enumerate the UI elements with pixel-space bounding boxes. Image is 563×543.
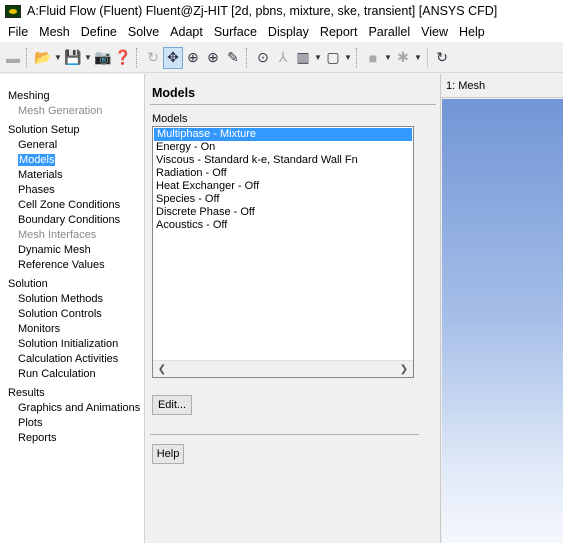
nav-item-models[interactable]: Models xyxy=(0,153,144,168)
nav-item-general[interactable]: General xyxy=(0,138,144,153)
toolbar-grip xyxy=(26,47,30,68)
toolbar: ▬ 📂 ▼ 💾 ▼ 📷 ❓ ↻ ✥ ⊕ ⊕ ✎ ⊙ ⅄ ▥ ▼ ▢ ▼ ■ ▼ … xyxy=(0,43,563,73)
save-icon[interactable]: 💾 xyxy=(63,47,83,69)
nav-item-calculation-activities[interactable]: Calculation Activities xyxy=(0,352,144,367)
nav-item-models-label: Models xyxy=(18,154,56,166)
views-icon[interactable]: ▥ xyxy=(293,47,313,69)
zoom-box-icon[interactable]: ⊕ xyxy=(203,47,223,69)
graphics-panel: 1: Mesh xyxy=(440,74,563,543)
menu-view[interactable]: View xyxy=(416,25,453,39)
help-icon[interactable]: ❓ xyxy=(113,47,133,69)
scroll-right-icon[interactable]: ❯ xyxy=(396,362,412,377)
model-item-species[interactable]: Species - Off xyxy=(153,193,413,206)
layout-dropdown-icon[interactable]: ▼ xyxy=(343,47,353,69)
nav-item-solution-controls[interactable]: Solution Controls xyxy=(0,307,144,322)
graphics-viewport[interactable] xyxy=(442,99,563,543)
nav-header-meshing: Meshing xyxy=(8,90,50,102)
menu-help[interactable]: Help xyxy=(454,25,490,39)
navigation-pane: Meshing Mesh Generation Solution Setup G… xyxy=(0,74,145,543)
menu-file[interactable]: File xyxy=(3,25,33,39)
nav-item-mesh-generation[interactable]: Mesh Generation xyxy=(0,104,144,119)
open-folder-icon[interactable]: 📂 xyxy=(33,47,53,69)
toolbar-grip xyxy=(136,47,140,68)
open-dropdown-icon[interactable]: ▼ xyxy=(53,47,63,69)
stop-icon[interactable]: ▬ xyxy=(3,47,23,69)
fit-to-window-icon[interactable]: ⊙ xyxy=(253,47,273,69)
refresh-solution-icon[interactable]: ↻ xyxy=(432,47,452,69)
nav-item-boundary-conditions[interactable]: Boundary Conditions xyxy=(0,213,144,228)
section-divider xyxy=(150,434,419,435)
menu-define[interactable]: Define xyxy=(76,25,122,39)
menu-bar: File Mesh Define Solve Adapt Surface Dis… xyxy=(0,22,563,42)
model-item-radiation[interactable]: Radiation - Off xyxy=(153,167,413,180)
menu-adapt[interactable]: Adapt xyxy=(165,25,208,39)
camera-icon[interactable]: 📷 xyxy=(93,47,113,69)
nav-item-materials[interactable]: Materials xyxy=(0,168,144,183)
color-dropdown-icon[interactable]: ▼ xyxy=(383,47,393,69)
model-item-multiphase[interactable]: Multiphase - Mixture xyxy=(154,128,412,141)
window-title: A:Fluid Flow (Fluent) Fluent@Zj-HIT [2d,… xyxy=(27,4,498,18)
horizontal-scrollbar[interactable]: ❮ ❯ xyxy=(153,360,413,377)
model-item-acoustics[interactable]: Acoustics - Off xyxy=(153,219,413,232)
save-dropdown-icon[interactable]: ▼ xyxy=(83,47,93,69)
menu-display[interactable]: Display xyxy=(263,25,314,39)
nav-header-results: Results xyxy=(8,387,45,399)
title-divider xyxy=(150,104,436,105)
zoom-in-icon[interactable]: ⊕ xyxy=(183,47,203,69)
model-item-discrete-phase[interactable]: Discrete Phase - Off xyxy=(153,206,413,219)
title-bar: A:Fluid Flow (Fluent) Fluent@Zj-HIT [2d,… xyxy=(0,0,563,22)
nav-item-phases[interactable]: Phases xyxy=(0,183,144,198)
model-item-energy[interactable]: Energy - On xyxy=(153,141,413,154)
menu-surface[interactable]: Surface xyxy=(209,25,262,39)
model-item-viscous[interactable]: Viscous - Standard k-e, Standard Wall Fn xyxy=(153,154,413,167)
menu-report[interactable]: Report xyxy=(315,25,363,39)
task-page: Models Models Multiphase - Mixture Energ… xyxy=(146,74,440,543)
edit-button[interactable]: Edit... xyxy=(152,395,192,415)
toolbar-grip xyxy=(246,47,250,68)
help-button[interactable]: Help xyxy=(152,444,184,464)
toolbar-grip xyxy=(356,47,360,68)
nav-item-reference-values[interactable]: Reference Values xyxy=(0,258,144,273)
nav-item-solution-methods[interactable]: Solution Methods xyxy=(0,292,144,307)
nav-header-solution: Solution xyxy=(8,278,48,290)
pointer-dropdown-icon[interactable]: ▼ xyxy=(413,47,423,69)
nav-item-plots[interactable]: Plots xyxy=(0,416,144,431)
window-layout-icon[interactable]: ▢ xyxy=(323,47,343,69)
menu-solve[interactable]: Solve xyxy=(123,25,164,39)
nav-header-solution-setup: Solution Setup xyxy=(8,124,80,136)
pan-icon[interactable]: ✥ xyxy=(163,46,183,69)
fluent-app-icon xyxy=(5,4,21,18)
probe-icon[interactable]: ✎ xyxy=(223,47,243,69)
pointer-icon[interactable]: ✱ xyxy=(393,47,413,69)
menu-parallel[interactable]: Parallel xyxy=(363,25,415,39)
nav-item-graphics-and-animations[interactable]: Graphics and Animations xyxy=(0,401,144,416)
models-listbox[interactable]: Multiphase - Mixture Energy - On Viscous… xyxy=(152,126,414,378)
nav-item-reports[interactable]: Reports xyxy=(0,431,144,446)
views-dropdown-icon[interactable]: ▼ xyxy=(313,47,323,69)
model-item-heat-exchanger[interactable]: Heat Exchanger - Off xyxy=(153,180,413,193)
nav-item-mesh-interfaces[interactable]: Mesh Interfaces xyxy=(0,228,144,243)
toolbar-separator xyxy=(427,47,428,68)
nav-item-run-calculation[interactable]: Run Calculation xyxy=(0,367,144,382)
nav-item-cell-zone-conditions[interactable]: Cell Zone Conditions xyxy=(0,198,144,213)
nav-item-dynamic-mesh[interactable]: Dynamic Mesh xyxy=(0,243,144,258)
scroll-left-icon[interactable]: ❮ xyxy=(154,362,170,377)
task-page-title: Models xyxy=(152,86,196,100)
models-list-label: Models xyxy=(152,113,188,125)
menu-mesh[interactable]: Mesh xyxy=(34,25,75,39)
rotate-icon[interactable]: ↻ xyxy=(143,47,163,69)
nav-item-solution-initialization[interactable]: Solution Initialization xyxy=(0,337,144,352)
nav-item-monitors[interactable]: Monitors xyxy=(0,322,144,337)
axes-icon[interactable]: ⅄ xyxy=(273,47,293,69)
display-color-icon[interactable]: ■ xyxy=(363,47,383,69)
graphics-tab[interactable]: 1: Mesh xyxy=(441,74,563,98)
